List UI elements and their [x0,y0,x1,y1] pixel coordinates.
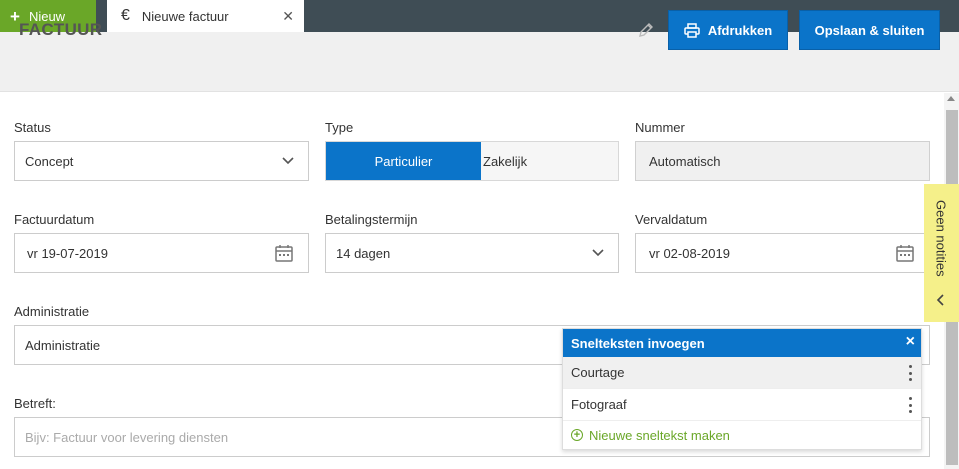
tab-title: Nieuwe factuur [141,8,229,24]
betalingstermijn-select[interactable]: 14 dagen [325,233,619,273]
vervaldatum-input[interactable]: vr 02-08-2019 [635,233,930,273]
betreft-label: Betreft: [14,396,56,411]
vervaldatum-label: Vervaldatum [635,212,708,227]
betalingstermijn-label: Betalingstermijn [325,212,418,227]
more-options-icon[interactable] [907,397,913,413]
scroll-up-arrow[interactable] [947,96,955,101]
tab-nieuwe-factuur[interactable]: € Nieuwe factuur ✕ [107,0,304,32]
vervaldatum-value: vr 02-08-2019 [649,245,730,261]
save-close-button[interactable]: Opslaan & sluiten [799,10,940,50]
notes-label: Geen notities [933,200,949,277]
printer-icon [684,22,700,38]
administratie-value: Administratie [25,337,101,353]
factuurdatum-label: Factuurdatum [14,212,95,227]
more-options-icon[interactable] [907,365,913,381]
sneltekst-item-courtage[interactable]: Courtage [563,357,921,389]
close-tab-icon[interactable]: ✕ [282,8,294,25]
close-icon[interactable]: × [906,333,915,351]
calendar-icon[interactable] [274,243,294,263]
administratie-label: Administratie [14,304,90,319]
snelteksten-header: Snelteksten invoegen × [563,329,921,357]
print-button[interactable]: Afdrukken [668,10,788,50]
status-select[interactable]: Concept [14,141,309,181]
status-value: Concept [25,153,74,169]
chevron-down-icon [282,157,294,165]
nummer-field: Automatisch [635,141,930,181]
sneltekst-item-label: Courtage [571,365,625,380]
factuurdatum-input[interactable]: vr 19-07-2019 [14,233,309,273]
nummer-label: Nummer [635,120,685,135]
status-label: Status [14,120,51,135]
betalingstermijn-value: 14 dagen [336,245,391,261]
type-label: Type [325,120,354,135]
snelteksten-popup: Snelteksten invoegen × Courtage Fotograa… [562,328,922,450]
print-button-label: Afdrukken [707,22,773,38]
type-toggle: Particulier Zakelijk [325,141,619,181]
new-sneltekst-label: Nieuwe sneltekst maken [589,427,730,443]
betreft-placeholder: Bijv: Factuur voor levering diensten [25,429,229,445]
plus-circle-icon: + [571,429,583,441]
euro-icon: € [121,7,130,24]
sneltekst-item-label: Fotograaf [571,397,627,412]
chevron-left-icon [936,294,944,306]
type-option-particulier[interactable]: Particulier [326,142,481,180]
sneltekst-item-fotograaf[interactable]: Fotograaf [563,389,921,421]
save-close-button-label: Opslaan & sluiten [814,22,925,38]
factuurdatum-value: vr 19-07-2019 [27,245,108,261]
chevron-down-icon [592,249,604,257]
nummer-value: Automatisch [649,153,721,169]
type-option-zakelijk[interactable]: Zakelijk [481,142,618,180]
pencil-icon[interactable] [636,20,656,40]
snelteksten-title: Snelteksten invoegen [571,335,705,351]
new-sneltekst-link[interactable]: + Nieuwe sneltekst maken [563,421,921,449]
calendar-icon[interactable] [895,243,915,263]
page-title: FACTUUR [19,20,103,39]
